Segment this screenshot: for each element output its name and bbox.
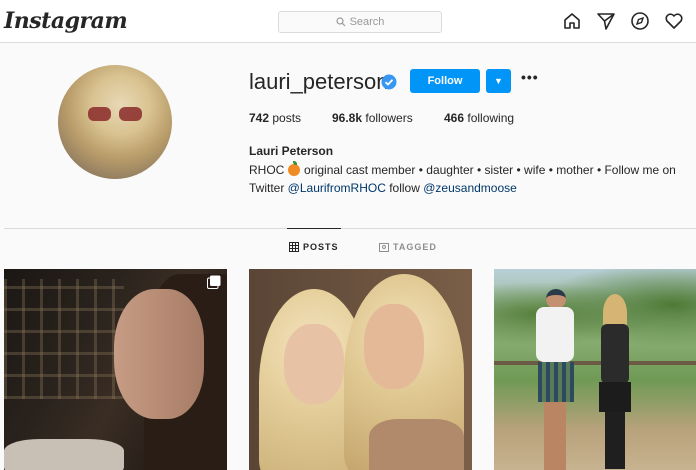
bio-text-2: follow (385, 181, 424, 195)
grid-icon (289, 242, 299, 252)
bio-mention-link[interactable]: @zeusandmoose (423, 181, 517, 195)
photo-man-shirt (536, 307, 574, 362)
tab-tagged[interactable]: TAGGED (379, 242, 437, 252)
search-input[interactable]: Search (278, 11, 442, 33)
profile-username: lauri_peterson (249, 69, 389, 94)
posts-label: posts (272, 111, 302, 125)
tagged-icon (379, 243, 389, 252)
photo-fence (494, 361, 696, 365)
verified-badge-icon (381, 74, 397, 90)
following-label: following (467, 111, 515, 125)
tab-tagged-label: TAGGED (393, 242, 437, 252)
bio-prefix: RHOC (249, 163, 285, 177)
instagram-logo[interactable]: Instagram (4, 8, 128, 34)
photo-woman-top (601, 324, 629, 384)
suggested-dropdown-button[interactable]: ▼ (486, 69, 511, 93)
photo-face-right (364, 304, 424, 389)
avatar[interactable] (58, 65, 172, 179)
photo-man-head (546, 289, 566, 309)
home-icon[interactable] (562, 11, 582, 31)
followers-count: 96.8k (332, 111, 363, 125)
follow-button[interactable]: Follow (410, 69, 480, 93)
following-stat[interactable]: 466 following (444, 111, 514, 125)
chevron-down-icon: ▼ (494, 76, 503, 86)
post-thumbnail[interactable] (4, 269, 227, 470)
profile-header: lauri_peterson Follow ▼ ••• 742 posts 96… (0, 43, 696, 228)
tab-posts[interactable]: POSTS (287, 228, 341, 252)
photo-clothing (369, 419, 464, 470)
photo-face (114, 289, 204, 419)
more-options-icon[interactable]: ••• (521, 70, 541, 91)
search-placeholder: Search (349, 16, 385, 28)
photo-face-left (284, 324, 344, 404)
post-thumbnail[interactable] (249, 269, 472, 470)
profile-bio: RHOC original cast member • daughter • s… (249, 161, 693, 197)
avatar-sunglasses (88, 107, 142, 121)
post-thumbnail[interactable] (494, 269, 696, 470)
following-count: 466 (444, 111, 465, 125)
activity-icon[interactable] (664, 11, 684, 31)
tab-posts-label: POSTS (303, 242, 339, 252)
search-icon (335, 17, 345, 27)
photo-man-shorts (538, 362, 574, 402)
direct-icon[interactable] (596, 11, 616, 31)
profile-full-name: Lauri Peterson (249, 144, 334, 158)
photo-woman-skirt (599, 382, 631, 412)
posts-count: 742 (249, 111, 270, 125)
photo-plate (4, 439, 124, 470)
posts-grid (4, 269, 696, 470)
photo-man-legs (544, 402, 566, 470)
photo-background (4, 279, 124, 399)
orange-emoji-icon (287, 161, 300, 176)
explore-icon[interactable] (630, 11, 650, 31)
profile-tabs: POSTS TAGGED (0, 228, 696, 267)
followers-stat[interactable]: 96.8k followers (332, 111, 444, 125)
followers-label: followers (365, 111, 413, 125)
photo-woman (599, 294, 631, 469)
photo-woman-legs (605, 412, 625, 469)
profile-stats: 742 posts 96.8k followers 466 following (249, 111, 514, 125)
carousel-icon (207, 275, 221, 289)
posts-stat: 742 posts (249, 111, 332, 125)
photo-trees (494, 269, 696, 359)
nav-icons (562, 11, 684, 31)
top-navigation-bar: Instagram Search (0, 0, 696, 43)
photo-man (536, 289, 574, 470)
bio-twitter-link[interactable]: @LaurifromRHOC (288, 181, 386, 195)
